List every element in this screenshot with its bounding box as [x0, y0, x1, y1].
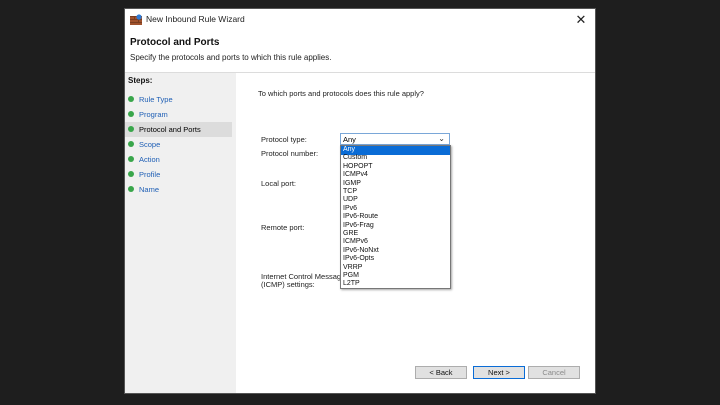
dropdown-option[interactable]: Custom	[341, 154, 450, 163]
dropdown-option[interactable]: IPv6-Route	[341, 213, 450, 222]
step-bullet-icon	[128, 156, 134, 162]
dropdown-option[interactable]: VRRP	[341, 264, 450, 273]
step-label: Rule Type	[139, 95, 173, 104]
close-icon[interactable]: ✕	[567, 9, 595, 32]
step-bullet-icon	[128, 141, 134, 147]
step-label: Protocol and Ports	[139, 125, 201, 134]
dropdown-option[interactable]: HOPOPT	[341, 163, 450, 172]
dropdown-option[interactable]: IPv6-Opts	[341, 255, 450, 264]
step-bullet-icon	[128, 171, 134, 177]
dropdown-option[interactable]: ICMPv6	[341, 238, 450, 247]
step-label: Scope	[139, 140, 161, 149]
cancel-button[interactable]: Cancel	[528, 366, 580, 379]
remote-port-label: Remote port:	[261, 223, 305, 232]
steps-list: Rule Type Program Protocol and Ports Sco…	[125, 92, 235, 197]
page-description: Specify the protocols and ports to which…	[130, 53, 332, 62]
steps-heading: Steps:	[128, 76, 153, 85]
step-bullet-icon	[128, 186, 134, 192]
step-label: Profile	[139, 170, 161, 179]
protocol-type-label: Protocol type:	[261, 135, 307, 144]
question-text: To which ports and protocols does this r…	[258, 89, 424, 98]
step-bullet-icon	[128, 111, 134, 117]
wizard-header: Protocol and Ports Specify the protocols…	[125, 32, 595, 73]
step-profile[interactable]: Profile	[125, 167, 235, 182]
wizard-window: New Inbound Rule Wizard ✕ Protocol and P…	[125, 9, 595, 393]
step-label: Program	[139, 110, 168, 119]
icmp-settings-label-line2: (ICMP) settings:	[261, 280, 315, 289]
window-title: New Inbound Rule Wizard	[146, 14, 245, 24]
dropdown-option[interactable]: IPv6-NoNxt	[341, 247, 450, 256]
dropdown-option[interactable]: IPv6-Frag	[341, 222, 450, 231]
step-action[interactable]: Action	[125, 152, 235, 167]
dropdown-option[interactable]: TCP	[341, 188, 450, 197]
protocol-type-select[interactable]: Any ⌄	[340, 133, 450, 145]
chevron-down-icon: ⌄	[438, 134, 445, 143]
dropdown-option[interactable]: GRE	[341, 230, 450, 239]
step-label: Action	[139, 155, 160, 164]
title-bar: New Inbound Rule Wizard ✕	[125, 9, 595, 32]
steps-panel: Steps: Rule Type Program Protocol and Po…	[125, 73, 235, 393]
local-port-label: Local port:	[261, 179, 297, 188]
step-program[interactable]: Program	[125, 107, 235, 122]
dropdown-option[interactable]: IPv6	[341, 205, 450, 214]
step-name[interactable]: Name	[125, 182, 235, 197]
dropdown-option[interactable]: L2TP	[341, 280, 450, 289]
firewall-icon	[130, 14, 142, 25]
dropdown-option[interactable]: UDP	[341, 196, 450, 205]
protocol-type-value: Any	[343, 135, 356, 144]
back-button[interactable]: < Back	[415, 366, 467, 379]
dropdown-option[interactable]: ICMPv4	[341, 171, 450, 180]
dropdown-option[interactable]: PGM	[341, 272, 450, 281]
protocol-number-label: Protocol number:	[261, 149, 319, 158]
dropdown-option[interactable]: Any	[341, 146, 450, 155]
next-button[interactable]: Next >	[473, 366, 525, 379]
step-rule-type[interactable]: Rule Type	[125, 92, 235, 107]
page-title: Protocol and Ports	[130, 37, 220, 48]
step-scope[interactable]: Scope	[125, 137, 235, 152]
step-protocol-and-ports[interactable]: Protocol and Ports	[125, 122, 232, 137]
dropdown-option[interactable]: IGMP	[341, 180, 450, 189]
step-bullet-icon	[128, 96, 134, 102]
step-label: Name	[139, 185, 160, 194]
content-panel: To which ports and protocols does this r…	[236, 73, 595, 393]
step-bullet-icon	[128, 126, 134, 132]
protocol-type-dropdown-list: Any Custom HOPOPT ICMPv4 IGMP TCP UDP IP…	[340, 145, 451, 289]
